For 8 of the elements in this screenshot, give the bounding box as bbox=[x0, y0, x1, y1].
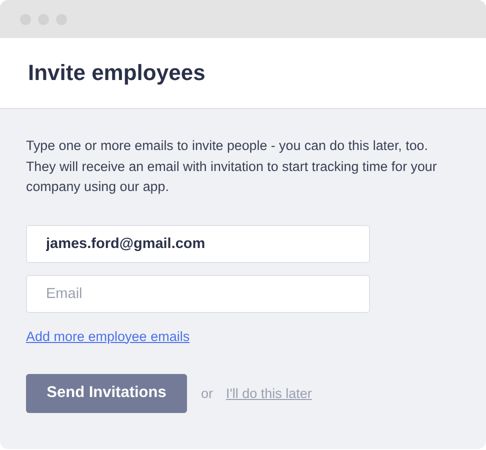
page-title: Invite employees bbox=[28, 60, 206, 86]
skip-link[interactable]: I'll do this later bbox=[226, 386, 312, 400]
email-field[interactable]: james.ford@gmail.com bbox=[26, 224, 370, 262]
send-invitations-button[interactable]: Send Invitations bbox=[26, 374, 187, 412]
email-field[interactable]: Email bbox=[26, 274, 370, 312]
add-more-link[interactable]: Add more employee emails bbox=[26, 328, 190, 344]
or-text: or bbox=[201, 386, 214, 400]
description-text: Type one or more emails to invite people - you can do this later, too. They will receive an email with invitation to start tracking time for your company using our app. bbox=[26, 137, 438, 196]
